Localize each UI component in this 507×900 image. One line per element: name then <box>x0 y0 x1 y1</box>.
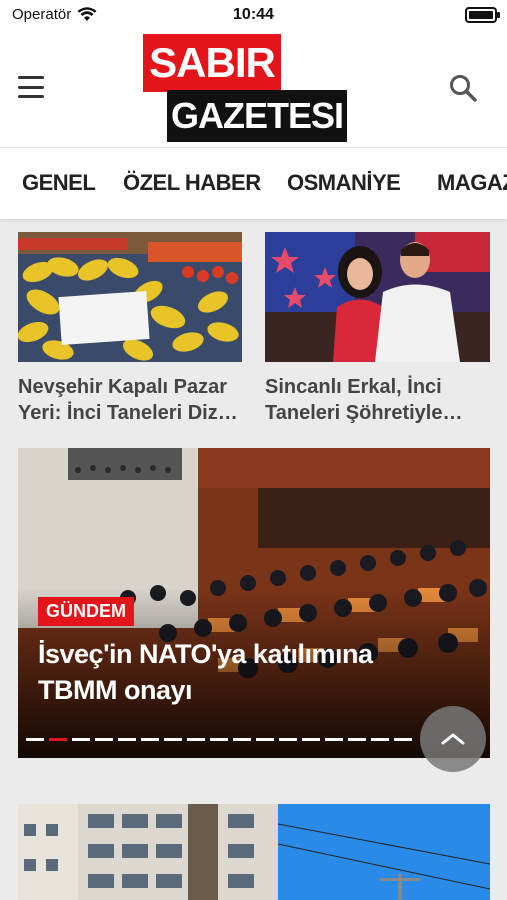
slider-dot[interactable] <box>95 738 113 741</box>
search-icon[interactable] <box>449 74 477 102</box>
news-card-title[interactable]: Nevşehir Kapalı Pazar Yeri: İnci Taneler… <box>18 374 242 426</box>
nav-item-ozel-haber[interactable]: ÖZEL HABER <box>123 170 261 196</box>
slider-pagination <box>26 738 412 741</box>
category-badge[interactable]: GÜNDEM <box>38 597 134 626</box>
market-bananas-image[interactable] <box>18 232 242 362</box>
slider-dot[interactable] <box>325 738 343 741</box>
slider-dot[interactable] <box>164 738 182 741</box>
couple-on-stage-image[interactable] <box>265 232 490 362</box>
slider-dot[interactable] <box>118 738 136 741</box>
slider-dot[interactable] <box>26 738 44 741</box>
category-nav: GENEL ÖZEL HABER OSMANİYE MAGAZ <box>0 147 507 219</box>
slider-dot[interactable] <box>233 738 251 741</box>
slider-dot[interactable] <box>394 738 412 741</box>
nav-item-magazin[interactable]: MAGAZ <box>437 170 507 196</box>
slider-dot[interactable] <box>210 738 228 741</box>
slider-dot[interactable] <box>187 738 205 741</box>
news-card[interactable]: Nevşehir Kapalı Pazar Yeri: İnci Taneler… <box>18 232 242 432</box>
headline-title[interactable]: İsveç'in NATO'ya katılımına TBMM onayı <box>38 636 438 708</box>
battery-icon <box>465 7 500 23</box>
slider-dot[interactable] <box>49 738 67 741</box>
news-card-title[interactable]: Sincanlı Erkal, İnci Taneleri Şöhretiyle… <box>265 374 490 426</box>
slider-dot[interactable] <box>279 738 297 741</box>
status-time: 10:44 <box>233 6 274 23</box>
building-street-image[interactable] <box>18 804 490 900</box>
scroll-to-top-button[interactable] <box>420 706 486 772</box>
site-logo[interactable]: SABIR GAZETESI <box>143 34 347 142</box>
app-header: SABIR GAZETESI <box>0 32 507 147</box>
slider-dot[interactable] <box>141 738 159 741</box>
chevron-up-icon <box>441 733 465 745</box>
slider-dot[interactable] <box>72 738 90 741</box>
news-card[interactable]: Sincanlı Erkal, İnci Taneleri Şöhretiyle… <box>265 232 490 432</box>
slider-dot[interactable] <box>256 738 274 741</box>
slider-dot[interactable] <box>371 738 389 741</box>
nav-item-genel[interactable]: GENEL <box>22 170 96 196</box>
slider-dot[interactable] <box>302 738 320 741</box>
logo-bottom-text: GAZETESI <box>167 90 347 142</box>
slider-dot[interactable] <box>348 738 366 741</box>
status-bar: Operatör 10:44 <box>0 0 507 32</box>
menu-icon[interactable] <box>18 76 44 98</box>
nav-item-osmaniye[interactable]: OSMANİYE <box>287 170 401 196</box>
news-card[interactable] <box>18 804 490 900</box>
logo-top-text: SABIR <box>143 34 281 92</box>
